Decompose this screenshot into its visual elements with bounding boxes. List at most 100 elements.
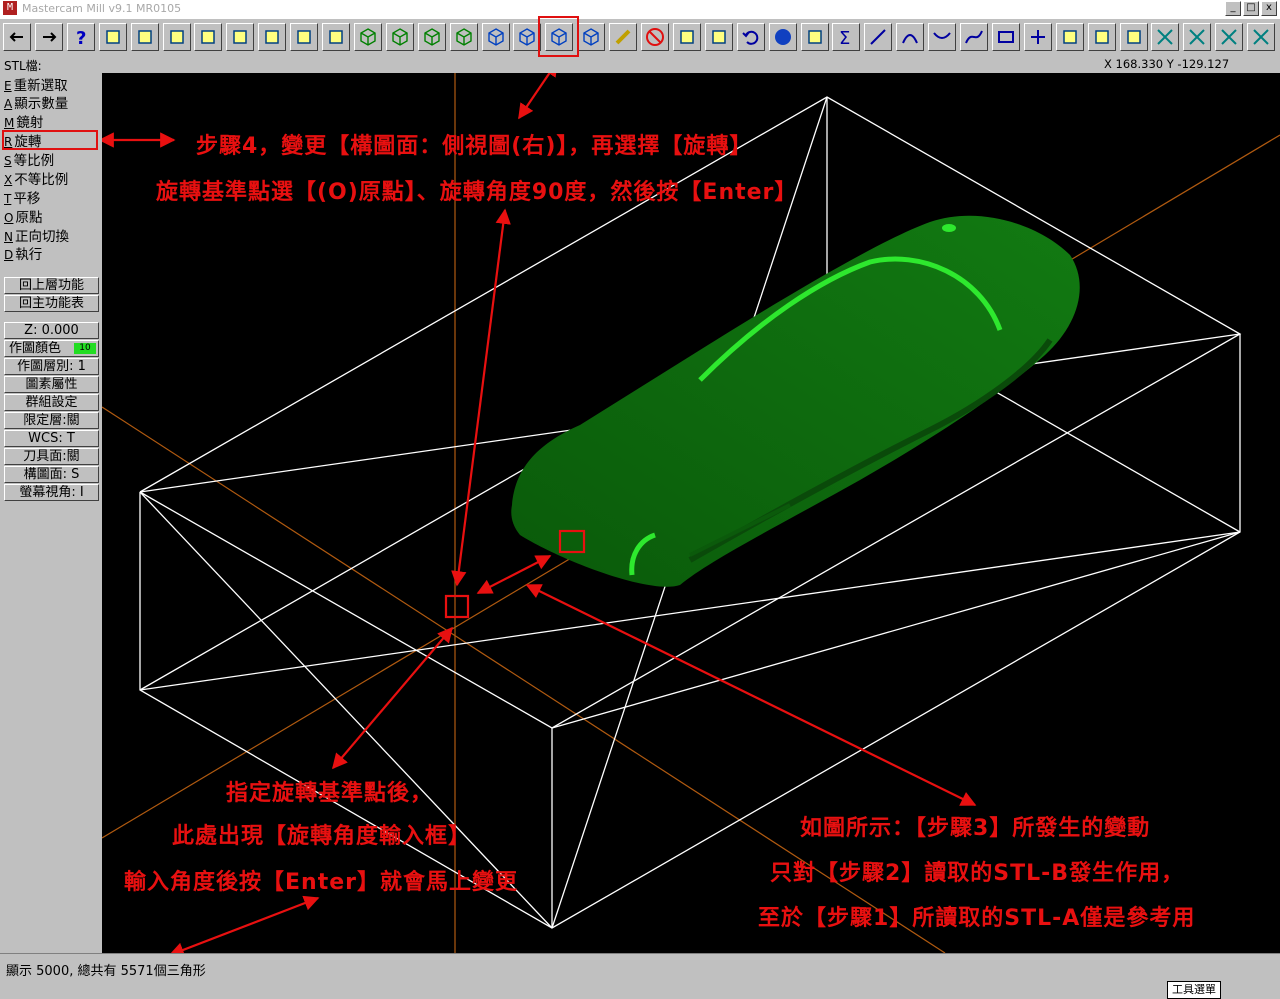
view-iso-button[interactable] bbox=[353, 23, 382, 51]
pencil-icon bbox=[615, 29, 631, 45]
menu-item-translate[interactable]: T 平移 bbox=[4, 190, 40, 208]
back-button[interactable]: 回上層功能 bbox=[4, 277, 99, 294]
prompt-text: STL檔: bbox=[4, 59, 42, 73]
annotation-step4-line2: 旋轉基準點選【(O)原點】、旋轉角度90度，然後按【Enter】 bbox=[156, 180, 798, 205]
fillet-button[interactable] bbox=[928, 23, 957, 51]
wcs-button[interactable]: WCS: T bbox=[4, 430, 99, 447]
view-blue-2-icon bbox=[519, 28, 536, 46]
zoom-window-button[interactable] bbox=[162, 23, 191, 51]
solid-icon bbox=[1094, 30, 1109, 44]
line-icon bbox=[870, 29, 887, 45]
menu-item-scale[interactable]: S 等比例 bbox=[4, 152, 54, 170]
arrow-left-icon bbox=[9, 32, 23, 42]
calculator-button[interactable] bbox=[98, 23, 127, 51]
minimize-button[interactable]: _ bbox=[1225, 1, 1241, 16]
pencil-button[interactable] bbox=[609, 23, 638, 51]
tool-plane-button[interactable]: 刀具面:關 bbox=[4, 448, 99, 465]
close-button[interactable]: x bbox=[1261, 1, 1277, 16]
help-icon: ? bbox=[76, 28, 86, 47]
trim-2-button[interactable] bbox=[1183, 23, 1212, 51]
tool-menu-tag[interactable]: 工具選單 bbox=[1167, 981, 1221, 999]
window-title: Mastercam Mill v9.1 MR0105 bbox=[22, 2, 182, 15]
trim-3-icon bbox=[1221, 29, 1237, 45]
box-side-diagonal bbox=[139, 491, 553, 929]
mask-button[interactable]: 限定層:關 bbox=[4, 412, 99, 429]
sum-button[interactable]: Σ bbox=[832, 23, 861, 51]
highlight-rotate-item bbox=[2, 130, 98, 150]
level-button[interactable]: 作圖層別: 1 bbox=[4, 358, 99, 375]
calculator-icon bbox=[105, 30, 120, 44]
construction-plane-button[interactable]: 構圖面: S bbox=[4, 466, 99, 483]
transform-1-button[interactable] bbox=[672, 23, 701, 51]
view-side-button[interactable] bbox=[449, 23, 478, 51]
view-top-button[interactable] bbox=[385, 23, 414, 51]
sphere-button[interactable] bbox=[768, 23, 797, 51]
redraw-button[interactable] bbox=[322, 23, 350, 51]
z-depth-button[interactable]: Z: 0.000 bbox=[4, 322, 99, 339]
view-blue-1-button[interactable] bbox=[481, 23, 510, 51]
grid-icon bbox=[807, 30, 822, 44]
trim-2-icon bbox=[1189, 29, 1206, 45]
arc-button[interactable] bbox=[896, 23, 925, 51]
menu-item-origin[interactable]: O 原點 bbox=[4, 209, 42, 227]
select-button[interactable] bbox=[290, 23, 319, 51]
restore-button[interactable]: □ bbox=[1243, 1, 1259, 16]
zoom-out-icon bbox=[233, 30, 248, 44]
menu-item-reselect[interactable]: E 重新選取 bbox=[4, 77, 68, 95]
line-button[interactable] bbox=[864, 23, 893, 51]
main-menu-button[interactable]: 回主功能表 bbox=[4, 295, 99, 312]
query-icon bbox=[137, 30, 152, 44]
arrow-right-button[interactable] bbox=[34, 23, 63, 51]
zoom-window-icon bbox=[169, 30, 184, 44]
trim-1-button[interactable] bbox=[1151, 23, 1180, 51]
select-icon bbox=[297, 30, 311, 44]
cursor-coordinates: X 168.330 Y -129.127 bbox=[1104, 57, 1230, 71]
undo-icon bbox=[741, 30, 758, 45]
view-cube-button[interactable] bbox=[577, 23, 606, 51]
trim-3-button[interactable] bbox=[1215, 23, 1244, 51]
view-front-button[interactable] bbox=[417, 23, 446, 51]
zoom-out-button[interactable] bbox=[226, 23, 255, 51]
sphere-icon bbox=[774, 29, 791, 45]
delete-icon bbox=[646, 28, 664, 46]
app-logo-icon: M bbox=[3, 1, 17, 15]
grid-button[interactable] bbox=[800, 23, 829, 51]
color-label: 作圖顏色 bbox=[9, 341, 62, 356]
highlight-view-button bbox=[538, 16, 579, 57]
annotation-pivot-line2: 此處出現【旋轉角度輸入框】 bbox=[172, 824, 472, 849]
attributes-button[interactable]: 圖素屬性 bbox=[4, 376, 99, 393]
delete-button[interactable] bbox=[641, 23, 669, 51]
arrow-left-button[interactable] bbox=[3, 23, 31, 51]
graphics-view-button[interactable]: 螢幕視角: I bbox=[4, 484, 99, 501]
spline-button[interactable] bbox=[960, 23, 988, 51]
sum-icon: Σ bbox=[839, 28, 850, 47]
rectangle-button[interactable] bbox=[991, 23, 1020, 51]
redraw-icon bbox=[329, 30, 343, 44]
query-button[interactable] bbox=[130, 23, 159, 51]
color-swatch: 10 bbox=[74, 343, 96, 354]
transform-2-icon bbox=[712, 30, 726, 44]
annotation-note-line2: 只對【步驟2】讀取的STL-B發生作用， bbox=[770, 861, 1185, 886]
pan-icon bbox=[265, 30, 279, 44]
transform-2-button[interactable] bbox=[704, 23, 733, 51]
svg-text:Σ: Σ bbox=[839, 28, 850, 47]
arrow-right-icon bbox=[42, 32, 57, 42]
help-button[interactable]: ? bbox=[66, 23, 95, 51]
zoom-button[interactable] bbox=[194, 23, 223, 51]
pan-button[interactable] bbox=[258, 23, 287, 51]
group-button[interactable]: 群組設定 bbox=[4, 394, 99, 411]
undo-button[interactable] bbox=[736, 23, 765, 51]
menu-item-normal-toggle[interactable]: N 正向切換 bbox=[4, 228, 69, 246]
toolpath-button[interactable] bbox=[1119, 23, 1148, 51]
color-button[interactable]: 作圖顏色 10 bbox=[4, 340, 99, 357]
stl-model bbox=[511, 215, 1080, 587]
trim-4-button[interactable] bbox=[1247, 23, 1276, 51]
menu-item-display-count[interactable]: A 顯示數量 bbox=[4, 95, 68, 113]
toolbar: ? Σ bbox=[0, 18, 1280, 58]
view-cube-icon bbox=[583, 28, 599, 46]
surface-button[interactable] bbox=[1055, 23, 1084, 51]
point-button[interactable] bbox=[1023, 23, 1052, 51]
solid-button[interactable] bbox=[1087, 23, 1116, 51]
menu-item-scale-xyz[interactable]: X 不等比例 bbox=[4, 171, 68, 189]
menu-item-execute[interactable]: D 執行 bbox=[4, 246, 42, 264]
